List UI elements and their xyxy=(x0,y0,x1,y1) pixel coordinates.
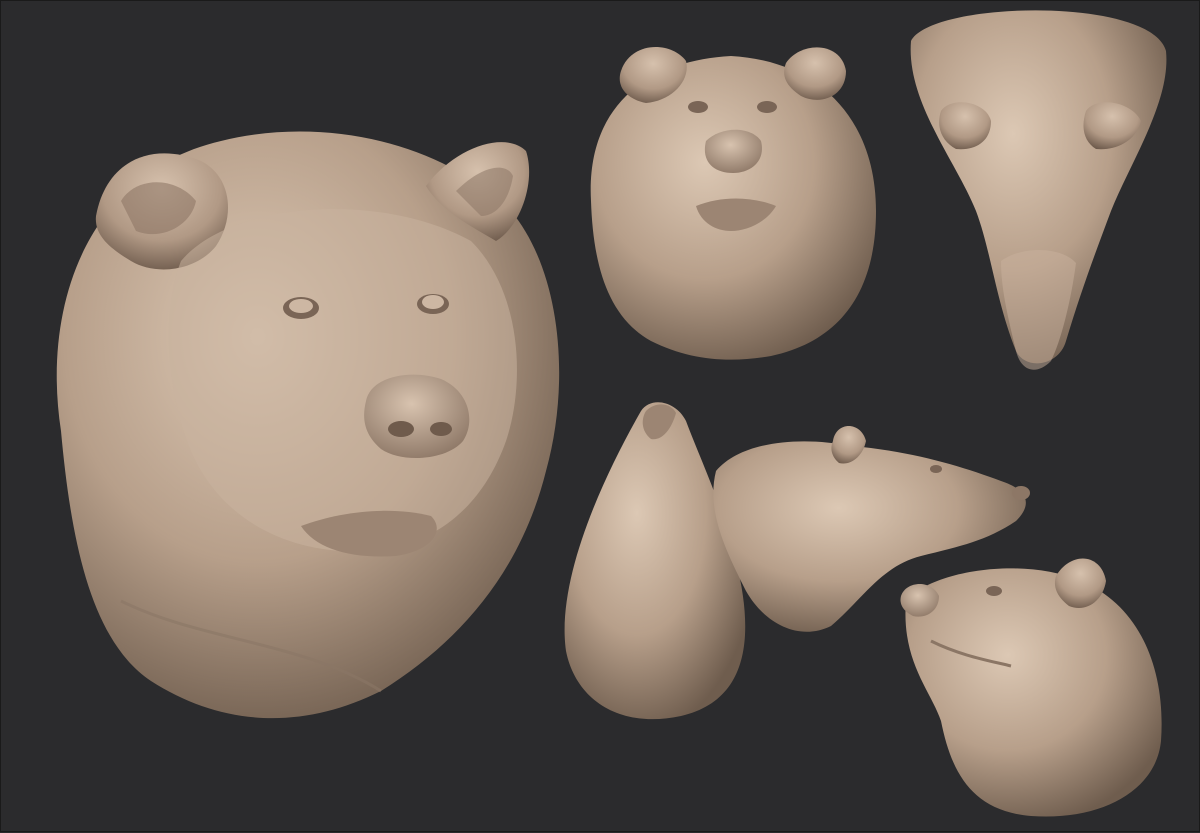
bear-head-top xyxy=(910,10,1167,370)
sculpt-viewport xyxy=(0,0,1200,832)
bear-head-front xyxy=(590,47,876,360)
bear-head-large xyxy=(56,131,560,719)
bear-head-bottom xyxy=(564,402,746,720)
bear-sculpt-renders xyxy=(56,10,1167,817)
bear-head-three-quarter-low xyxy=(900,558,1162,817)
